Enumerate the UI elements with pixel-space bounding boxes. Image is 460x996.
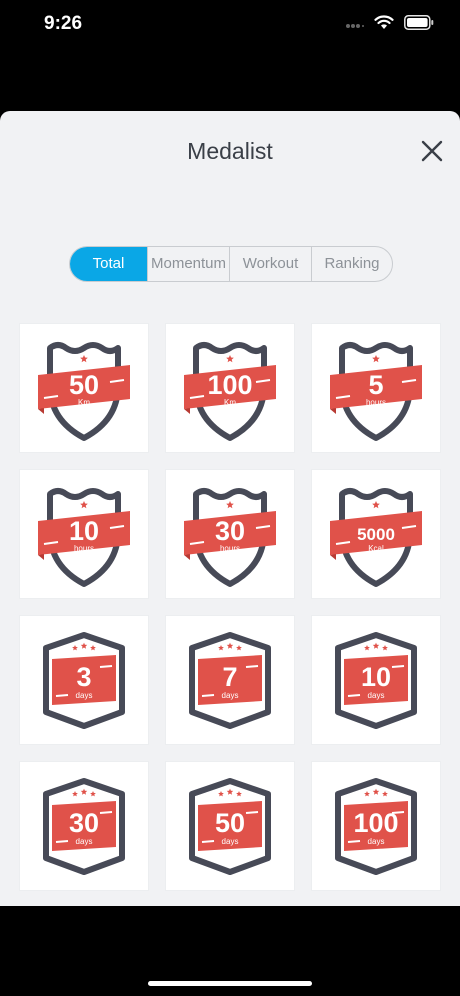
medal-card[interactable]: 50 Km [20,324,148,452]
medal-card[interactable]: 5000 Kcal [312,470,440,598]
medal-card[interactable]: 30 days [20,762,148,890]
hexagon-medal-icon: 3days [43,632,125,729]
medal-card[interactable]: 10 hours [20,470,148,598]
status-time: 9:26 [44,13,83,34]
shield-medal-icon: 5000Kcal [330,488,422,587]
medal-value: 5 [368,370,383,400]
medal-card[interactable]: 10 days [312,616,440,744]
medal-unit: Km [78,398,90,407]
medal-card[interactable]: 100 days [312,762,440,890]
medal-unit: hours [74,544,94,553]
medal-unit: hours [220,544,240,553]
medal-value: 100 [207,370,252,400]
medal-unit: Kcal [368,544,384,553]
shield-medal-icon: 10hours [38,488,130,587]
medal-card[interactable]: 30 hours [166,470,294,598]
medal-grid: 50 Km 100 Km 5 hours 10 hours 30 hours 5000 Kcal 3 da… [20,324,440,890]
medal-unit: days [222,837,239,846]
medal-value: 30 [69,808,99,838]
hexagon-medal-icon: 100days [335,778,417,875]
wifi-icon [374,15,394,35]
hexagon-medal-icon: 7days [189,632,271,729]
medal-value: 10 [361,662,391,692]
medalist-sheet: Medalist Total Momentum Workout Ranking … [0,111,460,906]
medal-unit: days [222,691,239,700]
shield-medal-icon: 50Km [38,342,130,441]
medal-unit: days [76,691,93,700]
tab-workout[interactable]: Workout [230,247,312,281]
medal-card[interactable]: 5 hours [312,324,440,452]
medal-value: 7 [222,662,237,692]
medal-value: 5000 [357,525,395,544]
medal-value: 50 [215,808,245,838]
shield-medal-icon: 100Km [184,342,276,441]
medal-value: 100 [353,808,398,838]
medal-card[interactable]: 100 Km [166,324,294,452]
medal-unit: days [368,837,385,846]
medal-unit: hours [366,398,386,407]
status-bar: 9:26 [0,0,460,56]
close-icon [421,140,443,162]
tab-ranking[interactable]: Ranking [312,247,392,281]
tab-momentum[interactable]: Momentum [148,247,230,281]
medal-unit: days [76,837,93,846]
medal-tabs: Total Momentum Workout Ranking [69,246,393,282]
hexagon-medal-icon: 30days [43,778,125,875]
medal-card[interactable]: 7 days [166,616,294,744]
shield-medal-icon: 5hours [330,342,422,441]
medal-value: 10 [69,516,99,546]
hexagon-medal-icon: 50days [189,778,271,875]
medal-card[interactable]: 50 days [166,762,294,890]
medal-value: 30 [215,516,245,546]
medal-value: 3 [76,662,91,692]
battery-icon [404,15,434,35]
medal-card[interactable]: 3 days [20,616,148,744]
medal-value: 50 [69,370,99,400]
status-icons [346,15,434,35]
page-title: Medalist [187,138,273,164]
medal-unit: Km [224,398,236,407]
shield-medal-icon: 30hours [184,488,276,587]
signal-dots-icon [346,16,364,34]
hexagon-medal-icon: 10days [335,632,417,729]
close-button[interactable] [418,137,446,165]
tab-total[interactable]: Total [70,247,148,281]
medal-unit: days [368,691,385,700]
home-indicator [148,981,312,986]
